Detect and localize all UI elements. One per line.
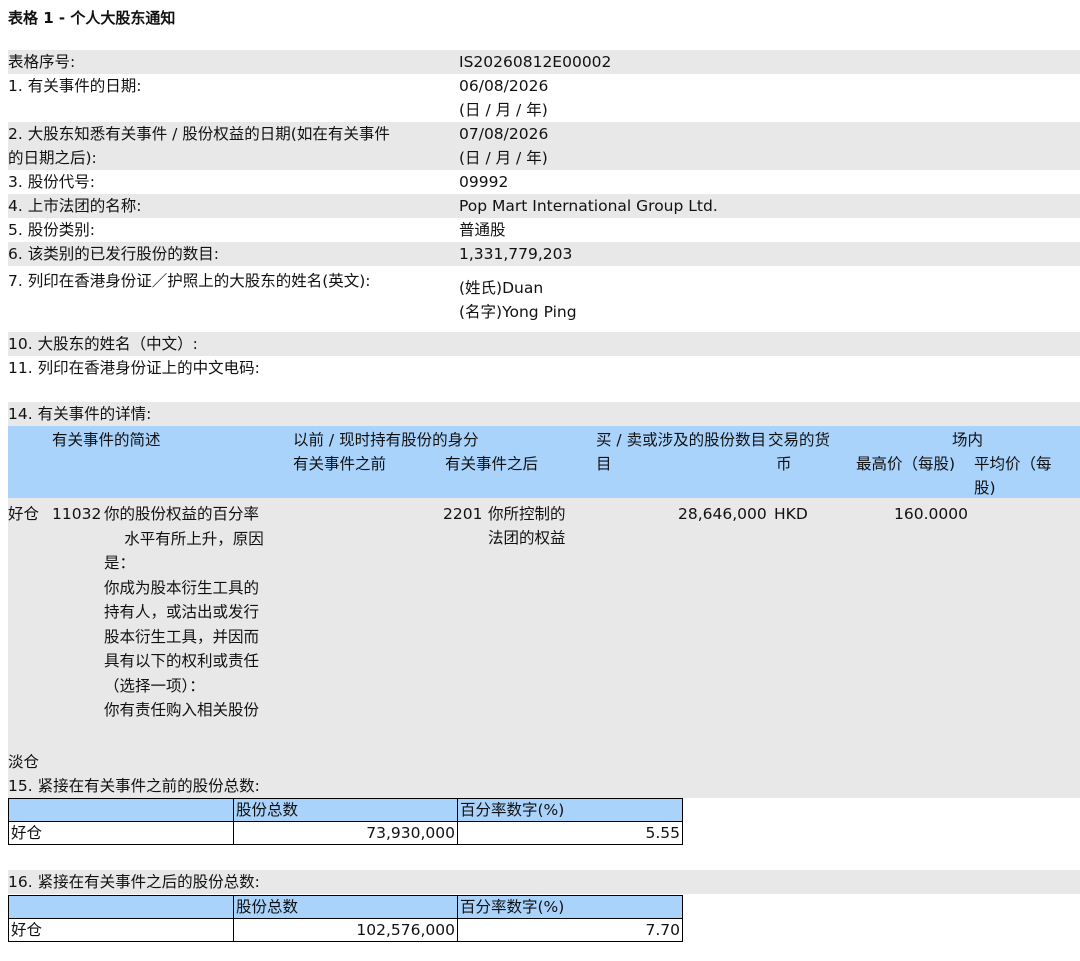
desc-line: 持有人，或沽出或发行 [104,603,260,621]
aware-date-value: 07/08/2026 [459,125,549,143]
desc-line: 股本衍生工具，并因而 [104,627,260,646]
serial-value: IS20260812E00002 [459,53,612,71]
ccc-label: 11. 列印在香港身份证上的中文电码: [8,359,260,377]
table-row: 好仓 102,576,000 7.70 [8,918,683,942]
issued-shares-value: 1,331,779,203 [459,245,573,263]
header-capacity: 以前 / 现时持有股份的身分 [293,431,479,449]
event-description: 你的股份权益的百分率 水平有所上升，原因 是： 你成为股本衍生工具的 持有人，或… [104,502,294,723]
position-cell: 好仓 [8,821,234,845]
col-pct-header: 百分率数字(%) [457,798,683,822]
header-average: 平均价（每 [974,455,1052,473]
col-pct-header: 百分率数字(%) [457,895,683,919]
position-long: 好仓 [8,505,40,523]
shares-cell: 73,930,000 [233,821,458,845]
name-en-label: 7. 列印在香港身份证／护照上的大股东的姓名(英文): [8,272,371,290]
given-name-value: (名字)Yong Ping [459,303,577,321]
table-cell [8,895,234,919]
event-date-hint: (日 / 月 / 年) [459,101,548,119]
table-header-row: 股份总数 百分率数字(%) [8,895,683,919]
issued-shares-label: 6. 该类别的已发行股份的数目: [8,245,219,263]
header-onexchange: 场内 [952,431,984,449]
position-short: 淡仓 [8,753,40,771]
name-cn-label: 10. 大股东的姓名（中文）: [8,335,198,353]
event-date-label: 1. 有关事件的日期: [8,77,142,95]
desc-line: 是： [104,554,136,572]
company-value: Pop Mart International Group Ltd. [459,197,718,215]
header-desc: 有关事件的简述 [52,431,161,449]
capacity-code: 2201 [443,505,483,523]
share-class-value: 普通股 [459,221,506,239]
desc-line: （选择一项）： [104,676,205,695]
desc-line: 你成为股本衍生工具的 [104,578,260,597]
header-shares: 买 / 卖或涉及的股份数目 [596,431,767,449]
event-code: 11032 [52,505,102,523]
desc-line: 水平有所上升，原因 [124,529,264,548]
currency: HKD [774,505,808,523]
header-highest: 最高价（每股) [856,455,956,473]
header-before: 有关事件之前 [293,455,387,473]
share-class-label: 5. 股份类别: [8,221,95,239]
company-label: 4. 上市法团的名称: [8,197,142,215]
table-row: 好仓 73,930,000 5.55 [8,821,683,845]
surname-value: (姓氏)Duan [459,279,544,297]
desc-line: 你有责任购入相关股份 [104,701,260,719]
capacity-text-cont: 法团的权益 [488,529,566,547]
pct-cell: 7.70 [457,918,683,942]
stock-code-label: 3. 股份代号: [8,173,95,191]
header-currency: 交易的货 [768,431,831,449]
form-title: 表格 1 - 个人大股东通知 [8,9,176,27]
before-total-table: 股份总数 百分率数字(%) 好仓 73,930,000 5.55 [8,798,683,845]
header-after: 有关事件之后 [445,455,539,473]
capacity-text: 你所控制的 [488,505,566,523]
col-shares-header: 股份总数 [233,895,458,919]
before-total-label: 15. 紧接在有关事件之前的股份总数: [8,777,260,795]
shares-involved: 28,646,000 [678,505,767,523]
position-cell: 好仓 [8,918,234,942]
stock-code-value: 09992 [459,173,509,191]
row-band [8,218,1080,242]
header-currency-cont: 币 [776,455,792,473]
after-total-table: 股份总数 百分率数字(%) 好仓 102,576,000 7.70 [8,895,683,942]
pct-cell: 5.55 [457,821,683,845]
col-shares-header: 股份总数 [233,798,458,822]
details-label: 14. 有关事件的详情: [8,405,152,423]
aware-date-hint: (日 / 月 / 年) [459,149,548,167]
header-average-cont: 股) [974,479,996,497]
event-date-value: 06/08/2026 [459,77,549,95]
aware-date-label-cont: 的日期之后): [8,149,97,167]
header-shares-cont: 目 [596,455,612,473]
serial-label: 表格序号: [8,53,76,71]
after-total-label: 16. 紧接在有关事件之后的股份总数: [8,873,260,891]
table-header-row: 股份总数 百分率数字(%) [8,798,683,822]
shares-cell: 102,576,000 [233,918,458,942]
row-band [8,170,1080,194]
row-band [8,402,1080,426]
table-cell [8,798,234,822]
aware-date-label: 2. 大股东知悉有关事件 / 股份权益的日期(如在有关事件 [8,125,390,143]
desc-line: 具有以下的权利或责任 [104,652,260,670]
desc-line: 你的股份权益的百分率 [104,505,260,523]
highest-price: 160.0000 [894,505,968,523]
